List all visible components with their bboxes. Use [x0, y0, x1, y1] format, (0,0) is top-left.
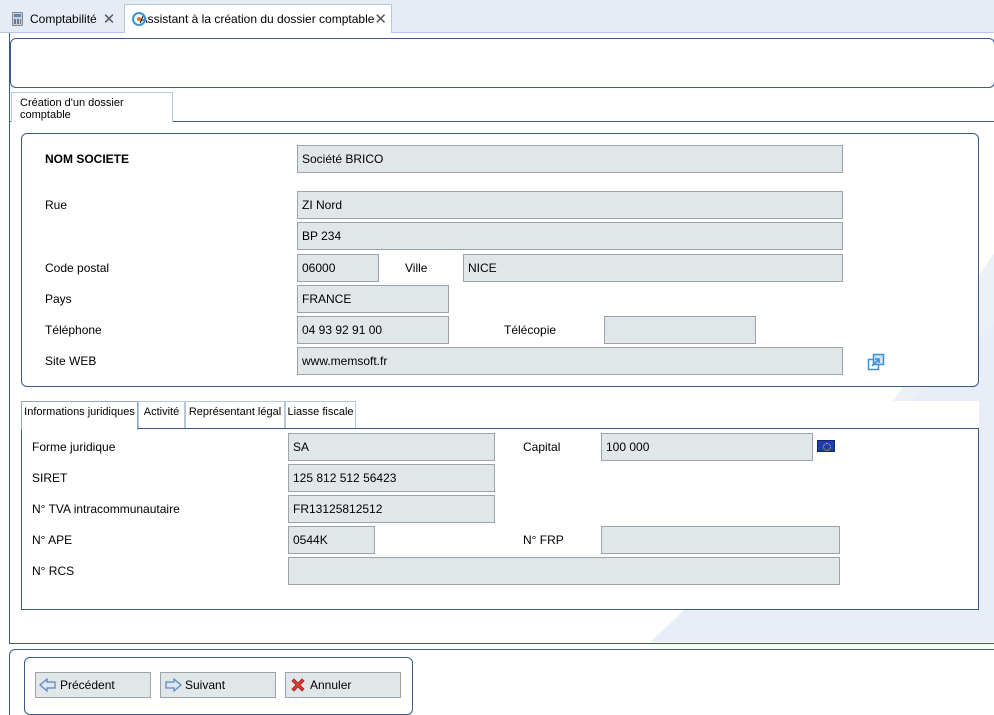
legal-info-tabs: Informations juridiques Activité Représe…	[21, 401, 979, 430]
country-label: Pays	[45, 292, 72, 306]
postal-code-field[interactable]: 06000	[297, 254, 379, 282]
country-field[interactable]: FRANCE	[297, 285, 449, 313]
capital-field[interactable]: 100 000	[601, 433, 813, 461]
street-label: Rue	[45, 198, 68, 212]
wizard-frame: Création d'un dossier comptable NOM SOCI…	[9, 33, 994, 644]
phone-label: Téléphone	[45, 323, 102, 337]
street-line2-field[interactable]: BP 234	[297, 222, 843, 250]
postal-code-label: Code postal	[45, 261, 110, 275]
document-tab-strip: Comptabilité ✕ Assistant à la création d…	[0, 0, 994, 34]
arrow-left-icon	[39, 677, 57, 693]
siret-label: SIRET	[32, 471, 68, 485]
tab-creation-dossier[interactable]: Création d'un dossier comptable	[11, 92, 173, 122]
tab-comptabilite[interactable]: Comptabilité ✕	[4, 4, 122, 33]
tab-label: Comptabilité	[30, 11, 97, 26]
wizard-icon	[131, 11, 146, 27]
previous-button[interactable]: Précédent	[35, 672, 151, 698]
next-button[interactable]: Suivant	[160, 672, 276, 698]
section-body: NOM SOCIETE Société BRICO Rue ZI Nord BP…	[10, 121, 994, 643]
vat-number-label: N° TVA intracommunautaire	[32, 502, 180, 516]
open-link-icon[interactable]	[867, 353, 885, 371]
previous-label: Précédent	[60, 678, 115, 692]
header-panel	[10, 38, 994, 88]
city-field[interactable]: NICE	[463, 254, 843, 282]
rcs-field[interactable]	[288, 557, 840, 585]
company-panel: NOM SOCIETE Société BRICO Rue ZI Nord BP…	[21, 133, 979, 387]
siret-field[interactable]: 125 812 512 56423	[288, 464, 495, 492]
euro-flag-icon[interactable]	[817, 440, 835, 452]
ape-field[interactable]: 0544K	[288, 526, 375, 554]
fax-label: Télécopie	[504, 323, 557, 337]
website-field[interactable]: www.memsoft.fr	[297, 347, 843, 375]
tab-liasse-fiscale[interactable]: Liasse fiscale	[285, 401, 356, 429]
legal-info-panel: Forme juridique SA Capital 100 000 SIRET…	[21, 428, 979, 610]
navigation-buttons-panel: Précédent Suivant Annuler	[24, 657, 413, 715]
legal-form-label: Forme juridique	[32, 440, 116, 454]
fax-field[interactable]	[604, 316, 756, 344]
legal-form-field[interactable]: SA	[288, 433, 495, 461]
tab-representant-legal[interactable]: Représentant légal	[185, 401, 285, 429]
tab-assistant-creation[interactable]: Assistant à la création du dossier compt…	[124, 4, 392, 34]
tab-activite[interactable]: Activité	[138, 401, 185, 429]
vat-number-field[interactable]: FR13125812512	[288, 495, 495, 523]
calculator-icon	[10, 11, 26, 27]
tab-informations-juridiques[interactable]: Informations juridiques	[21, 401, 138, 430]
city-label: Ville	[405, 261, 428, 275]
frp-label: N° FRP	[523, 533, 564, 547]
phone-field[interactable]: 04 93 92 91 00	[297, 316, 449, 344]
company-name-field[interactable]: Société BRICO	[297, 145, 843, 173]
cancel-label: Annuler	[310, 678, 352, 692]
close-icon[interactable]: ✕	[374, 10, 387, 28]
next-label: Suivant	[185, 678, 226, 692]
rcs-label: N° RCS	[32, 564, 75, 578]
street-line1-field[interactable]: ZI Nord	[297, 191, 843, 219]
company-name-label: NOM SOCIETE	[45, 152, 130, 166]
close-icon[interactable]: ✕	[100, 10, 118, 28]
red-x-icon	[289, 677, 307, 693]
tab-label: Assistant à la création du dossier compt…	[139, 12, 375, 26]
arrow-right-icon	[164, 677, 182, 693]
website-label: Site WEB	[45, 354, 97, 368]
ape-label: N° APE	[32, 533, 73, 547]
capital-label: Capital	[523, 440, 561, 454]
cancel-button[interactable]: Annuler	[285, 672, 401, 698]
frp-field[interactable]	[601, 526, 840, 554]
